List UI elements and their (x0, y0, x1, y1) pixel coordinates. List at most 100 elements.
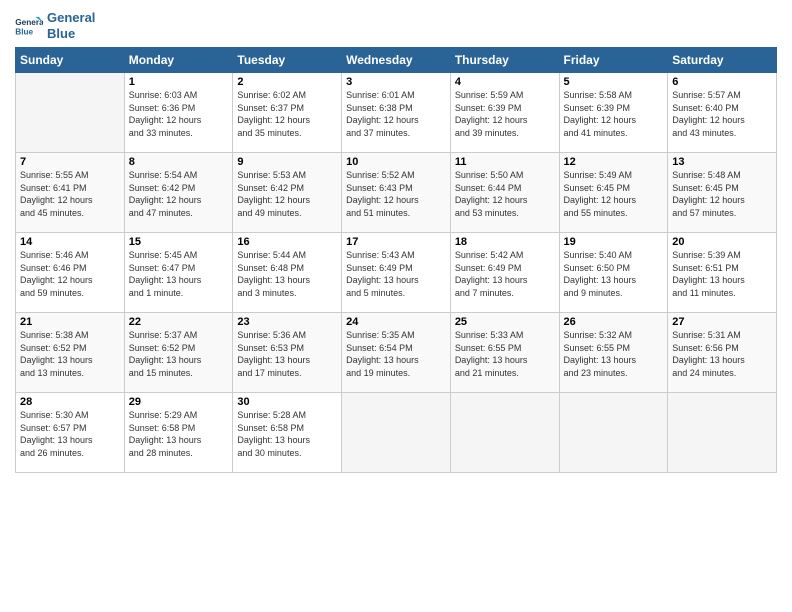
calendar-cell: 26Sunrise: 5:32 AM Sunset: 6:55 PM Dayli… (559, 313, 668, 393)
day-info: Sunrise: 5:45 AM Sunset: 6:47 PM Dayligh… (129, 249, 229, 299)
calendar-cell: 3Sunrise: 6:01 AM Sunset: 6:38 PM Daylig… (342, 73, 451, 153)
day-info: Sunrise: 6:02 AM Sunset: 6:37 PM Dayligh… (237, 89, 337, 139)
calendar-cell: 21Sunrise: 5:38 AM Sunset: 6:52 PM Dayli… (16, 313, 125, 393)
day-info: Sunrise: 5:46 AM Sunset: 6:46 PM Dayligh… (20, 249, 120, 299)
day-number: 9 (237, 156, 337, 168)
calendar-cell: 6Sunrise: 5:57 AM Sunset: 6:40 PM Daylig… (668, 73, 777, 153)
day-info: Sunrise: 5:37 AM Sunset: 6:52 PM Dayligh… (129, 329, 229, 379)
calendar-table: SundayMondayTuesdayWednesdayThursdayFrid… (15, 47, 777, 473)
day-number: 27 (672, 316, 772, 328)
day-number: 23 (237, 316, 337, 328)
day-info: Sunrise: 5:59 AM Sunset: 6:39 PM Dayligh… (455, 89, 555, 139)
day-number: 18 (455, 236, 555, 248)
day-number: 6 (672, 76, 772, 88)
calendar-cell: 30Sunrise: 5:28 AM Sunset: 6:58 PM Dayli… (233, 393, 342, 473)
calendar-cell: 10Sunrise: 5:52 AM Sunset: 6:43 PM Dayli… (342, 153, 451, 233)
day-info: Sunrise: 5:30 AM Sunset: 6:57 PM Dayligh… (20, 409, 120, 459)
day-info: Sunrise: 5:54 AM Sunset: 6:42 PM Dayligh… (129, 169, 229, 219)
svg-text:General: General (15, 18, 43, 27)
calendar-row-5: 28Sunrise: 5:30 AM Sunset: 6:57 PM Dayli… (16, 393, 777, 473)
day-info: Sunrise: 5:28 AM Sunset: 6:58 PM Dayligh… (237, 409, 337, 459)
day-number: 30 (237, 396, 337, 408)
day-info: Sunrise: 5:29 AM Sunset: 6:58 PM Dayligh… (129, 409, 229, 459)
day-number: 11 (455, 156, 555, 168)
day-info: Sunrise: 6:01 AM Sunset: 6:38 PM Dayligh… (346, 89, 446, 139)
weekday-saturday: Saturday (668, 48, 777, 73)
day-number: 14 (20, 236, 120, 248)
day-number: 10 (346, 156, 446, 168)
day-info: Sunrise: 5:36 AM Sunset: 6:53 PM Dayligh… (237, 329, 337, 379)
calendar-cell: 14Sunrise: 5:46 AM Sunset: 6:46 PM Dayli… (16, 233, 125, 313)
day-number: 15 (129, 236, 229, 248)
svg-text:Blue: Blue (15, 27, 33, 36)
calendar-cell: 12Sunrise: 5:49 AM Sunset: 6:45 PM Dayli… (559, 153, 668, 233)
day-number: 3 (346, 76, 446, 88)
calendar-cell (668, 393, 777, 473)
calendar-cell: 7Sunrise: 5:55 AM Sunset: 6:41 PM Daylig… (16, 153, 125, 233)
calendar-row-4: 21Sunrise: 5:38 AM Sunset: 6:52 PM Dayli… (16, 313, 777, 393)
calendar-cell: 25Sunrise: 5:33 AM Sunset: 6:55 PM Dayli… (450, 313, 559, 393)
calendar-cell: 22Sunrise: 5:37 AM Sunset: 6:52 PM Dayli… (124, 313, 233, 393)
calendar-cell: 15Sunrise: 5:45 AM Sunset: 6:47 PM Dayli… (124, 233, 233, 313)
logo-icon: General Blue (15, 15, 43, 37)
calendar-cell: 28Sunrise: 5:30 AM Sunset: 6:57 PM Dayli… (16, 393, 125, 473)
day-info: Sunrise: 5:58 AM Sunset: 6:39 PM Dayligh… (564, 89, 664, 139)
day-info: Sunrise: 5:42 AM Sunset: 6:49 PM Dayligh… (455, 249, 555, 299)
calendar-cell (450, 393, 559, 473)
calendar-cell: 9Sunrise: 5:53 AM Sunset: 6:42 PM Daylig… (233, 153, 342, 233)
day-number: 8 (129, 156, 229, 168)
weekday-tuesday: Tuesday (233, 48, 342, 73)
calendar-cell: 2Sunrise: 6:02 AM Sunset: 6:37 PM Daylig… (233, 73, 342, 153)
day-number: 22 (129, 316, 229, 328)
weekday-sunday: Sunday (16, 48, 125, 73)
calendar-cell: 1Sunrise: 6:03 AM Sunset: 6:36 PM Daylig… (124, 73, 233, 153)
day-info: Sunrise: 5:31 AM Sunset: 6:56 PM Dayligh… (672, 329, 772, 379)
calendar-cell (16, 73, 125, 153)
calendar-row-1: 1Sunrise: 6:03 AM Sunset: 6:36 PM Daylig… (16, 73, 777, 153)
day-number: 1 (129, 76, 229, 88)
day-number: 26 (564, 316, 664, 328)
day-info: Sunrise: 5:43 AM Sunset: 6:49 PM Dayligh… (346, 249, 446, 299)
calendar-cell: 13Sunrise: 5:48 AM Sunset: 6:45 PM Dayli… (668, 153, 777, 233)
page-container: General Blue General Blue SundayMondayTu… (0, 0, 792, 483)
day-info: Sunrise: 5:57 AM Sunset: 6:40 PM Dayligh… (672, 89, 772, 139)
weekday-header-row: SundayMondayTuesdayWednesdayThursdayFrid… (16, 48, 777, 73)
day-number: 21 (20, 316, 120, 328)
day-info: Sunrise: 5:48 AM Sunset: 6:45 PM Dayligh… (672, 169, 772, 219)
day-number: 20 (672, 236, 772, 248)
calendar-cell: 27Sunrise: 5:31 AM Sunset: 6:56 PM Dayli… (668, 313, 777, 393)
calendar-cell: 24Sunrise: 5:35 AM Sunset: 6:54 PM Dayli… (342, 313, 451, 393)
day-number: 16 (237, 236, 337, 248)
day-info: Sunrise: 5:50 AM Sunset: 6:44 PM Dayligh… (455, 169, 555, 219)
calendar-cell: 17Sunrise: 5:43 AM Sunset: 6:49 PM Dayli… (342, 233, 451, 313)
calendar-cell: 16Sunrise: 5:44 AM Sunset: 6:48 PM Dayli… (233, 233, 342, 313)
day-number: 4 (455, 76, 555, 88)
calendar-cell: 29Sunrise: 5:29 AM Sunset: 6:58 PM Dayli… (124, 393, 233, 473)
day-number: 17 (346, 236, 446, 248)
calendar-row-3: 14Sunrise: 5:46 AM Sunset: 6:46 PM Dayli… (16, 233, 777, 313)
day-number: 25 (455, 316, 555, 328)
calendar-cell (342, 393, 451, 473)
day-number: 24 (346, 316, 446, 328)
calendar-cell: 23Sunrise: 5:36 AM Sunset: 6:53 PM Dayli… (233, 313, 342, 393)
calendar-cell: 20Sunrise: 5:39 AM Sunset: 6:51 PM Dayli… (668, 233, 777, 313)
day-number: 29 (129, 396, 229, 408)
logo: General Blue General Blue (15, 10, 95, 41)
day-info: Sunrise: 5:33 AM Sunset: 6:55 PM Dayligh… (455, 329, 555, 379)
day-info: Sunrise: 5:44 AM Sunset: 6:48 PM Dayligh… (237, 249, 337, 299)
day-info: Sunrise: 5:40 AM Sunset: 6:50 PM Dayligh… (564, 249, 664, 299)
day-info: Sunrise: 5:39 AM Sunset: 6:51 PM Dayligh… (672, 249, 772, 299)
weekday-wednesday: Wednesday (342, 48, 451, 73)
day-number: 28 (20, 396, 120, 408)
calendar-cell: 8Sunrise: 5:54 AM Sunset: 6:42 PM Daylig… (124, 153, 233, 233)
calendar-cell (559, 393, 668, 473)
calendar-cell: 5Sunrise: 5:58 AM Sunset: 6:39 PM Daylig… (559, 73, 668, 153)
day-number: 7 (20, 156, 120, 168)
day-info: Sunrise: 5:52 AM Sunset: 6:43 PM Dayligh… (346, 169, 446, 219)
weekday-friday: Friday (559, 48, 668, 73)
day-info: Sunrise: 5:38 AM Sunset: 6:52 PM Dayligh… (20, 329, 120, 379)
calendar-cell: 19Sunrise: 5:40 AM Sunset: 6:50 PM Dayli… (559, 233, 668, 313)
day-info: Sunrise: 5:55 AM Sunset: 6:41 PM Dayligh… (20, 169, 120, 219)
day-number: 13 (672, 156, 772, 168)
weekday-monday: Monday (124, 48, 233, 73)
